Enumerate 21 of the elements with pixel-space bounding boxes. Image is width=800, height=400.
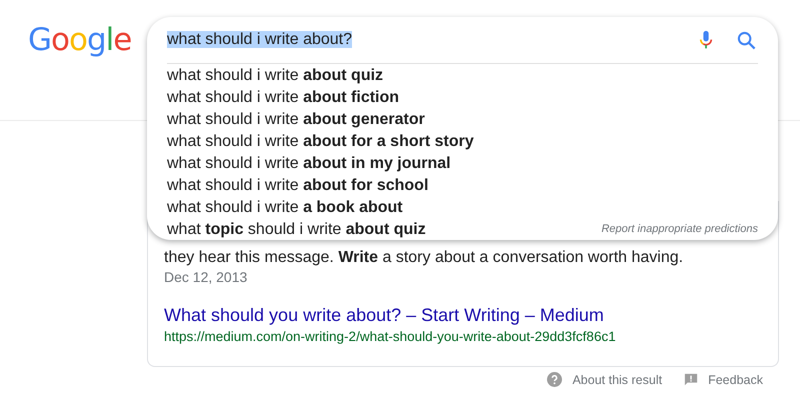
suggestion-item[interactable]: what should i write about for a short story bbox=[167, 131, 474, 153]
microphone-icon[interactable] bbox=[699, 30, 713, 50]
suggestion-item[interactable]: what should i write about in my journal bbox=[167, 153, 451, 175]
suggestion-item[interactable]: what should i write about for school bbox=[167, 175, 428, 197]
suggestion-item[interactable]: what topic should i write about quiz bbox=[167, 219, 426, 241]
search-icon[interactable] bbox=[737, 30, 756, 50]
suggestion-item[interactable]: what should i write a book about bbox=[167, 197, 403, 219]
suggestion-item[interactable]: what should i write about fiction bbox=[167, 87, 400, 109]
footer-link[interactable]: About this result bbox=[572, 372, 662, 386]
result-title-link[interactable]: What should you write about? – Start Writing – Medium bbox=[164, 303, 764, 327]
search-field[interactable]: what should i write about? bbox=[167, 31, 699, 49]
logo[interactable]: Google bbox=[28, 22, 132, 58]
report-link[interactable]: Report inappropriate predictions bbox=[601, 223, 758, 235]
help-icon[interactable] bbox=[547, 372, 562, 387]
result-url: https://medium.com/on-writing-2/what-should-you-write-about-29dd3fcf86c1 bbox=[164, 328, 617, 346]
footer-link[interactable]: Feedback bbox=[708, 372, 763, 386]
result-date: Dec 12, 2013 bbox=[164, 268, 248, 286]
feedback-icon[interactable] bbox=[684, 372, 698, 386]
suggestion-item[interactable]: what should i write about generator bbox=[167, 109, 425, 131]
suggestion-item[interactable]: what should i write about quiz bbox=[167, 65, 384, 87]
result-snippet: they hear this message. Write a story about a conversation worth having. bbox=[164, 248, 684, 268]
